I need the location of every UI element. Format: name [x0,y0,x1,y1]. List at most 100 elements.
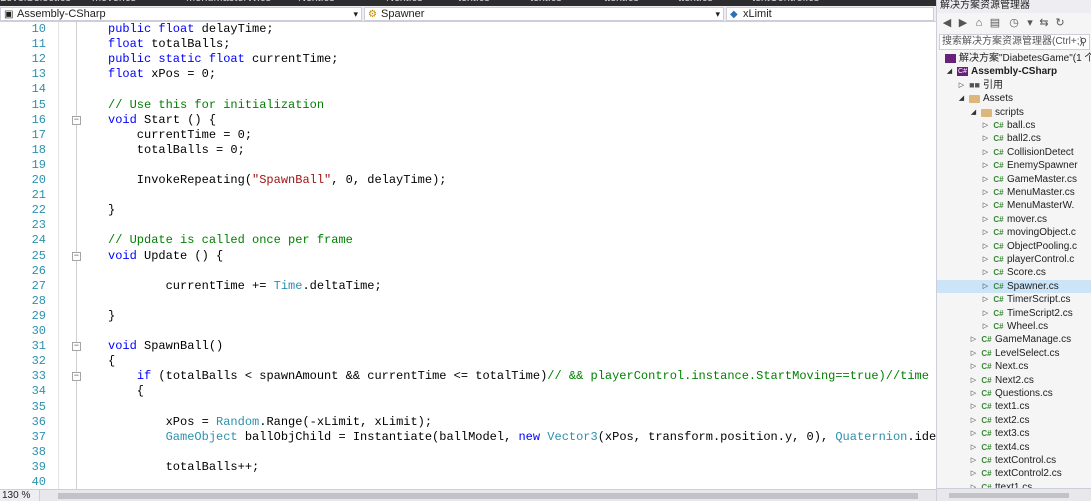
code-line[interactable]: 34 { [0,384,936,399]
collapsed-arrow-icon[interactable]: ▷ [969,347,978,360]
forward-icon[interactable]: ▶ [956,16,970,30]
code-text[interactable]: // Use this for initialization [108,98,324,113]
code-text[interactable]: currentTime += Time.deltaTime; [108,279,382,294]
tree-item[interactable]: ▷ C# LevelSelect.cs [937,347,1091,360]
project-dropdown[interactable]: ▣ Assembly-CSharp ▾ [0,7,362,21]
code-text[interactable]: { [108,384,144,399]
collapse-region-icon[interactable]: − [72,342,81,352]
collapsed-arrow-icon[interactable]: ▷ [969,454,978,467]
collapsed-arrow-icon[interactable]: ▷ [981,280,990,293]
code-text[interactable]: totalBalls = 0; [108,143,245,158]
tree-item[interactable]: ▷ C# MenuMaster.cs [937,186,1091,199]
code-line[interactable]: 26 [0,264,936,279]
home-icon[interactable]: ⌂ [972,16,986,30]
code-line[interactable]: 10 public float delayTime; [0,22,936,37]
code-text[interactable]: InvokeRepeating("SpawnBall", 0, delayTim… [108,173,447,188]
code-text[interactable]: public static float currentTime; [108,52,338,67]
collapsed-arrow-icon[interactable]: ▷ [981,199,990,212]
collapsed-arrow-icon[interactable]: ▷ [969,360,978,373]
document-tab[interactable]: MenuMasterW.cs [186,0,271,4]
sync-icon[interactable]: ⇆ [1037,16,1051,30]
collapsed-arrow-icon[interactable]: ▷ [969,414,978,427]
tree-item[interactable]: ▷ C# mover.cs [937,213,1091,226]
collapsed-arrow-icon[interactable]: ▷ [981,119,990,132]
editor-horizontal-scrollbar[interactable]: 130 % [0,489,936,501]
collapsed-arrow-icon[interactable]: ▷ [981,146,990,159]
collapsed-arrow-icon[interactable]: ▷ [969,374,978,387]
document-tab[interactable]: text.cs [530,0,562,4]
tree-item[interactable]: ▷ C# GameManage.cs [937,333,1091,346]
code-line[interactable]: 35 [0,400,936,415]
explorer-horizontal-scrollbar[interactable] [937,488,1091,501]
code-line[interactable]: 36 xPos = Random.Range(-xLimit, xLimit); [0,415,936,430]
tree-item[interactable]: ▷ C# Next.cs [937,360,1091,373]
code-line[interactable]: 37 GameObject ballObjChild = Instantiate… [0,430,936,445]
tree-item[interactable]: ▷ C# Wheel.cs [937,320,1091,333]
expanded-arrow-icon[interactable]: ◢ [969,106,978,119]
tree-item[interactable]: ▷ C# textControl.cs [937,454,1091,467]
tree-item[interactable]: ▷ C# Spawner.cs [937,279,1091,293]
expanded-arrow-icon[interactable]: ◢ [957,92,966,105]
collapsed-arrow-icon[interactable]: ▷ [981,293,990,306]
code-line[interactable]: 15 // Use this for initialization [0,98,936,113]
tree-item[interactable]: ▷ C# MenuMasterW. [937,199,1091,212]
code-line[interactable]: 28 [0,294,936,309]
code-text[interactable]: GameObject ballObjChild = Instantiate(ba… [108,430,936,445]
collapsed-arrow-icon[interactable]: ▷ [981,226,990,239]
member-dropdown[interactable]: ◆ xLimit [726,7,934,21]
refresh-icon[interactable]: ↻ [1053,16,1067,30]
code-line[interactable]: 13 float xPos = 0; [0,67,936,82]
collapsed-arrow-icon[interactable]: ▷ [969,467,978,480]
tree-item[interactable]: ▷ C# TimerScript.cs [937,293,1091,306]
tree-item[interactable]: ▷ C# EnemySpawner [937,159,1091,172]
code-line[interactable]: 39 totalBalls++; [0,460,936,475]
tree-item[interactable]: ▷ C# text4.cs [937,441,1091,454]
document-tab[interactable]: mover.cs [92,0,136,4]
class-dropdown[interactable]: ⚙ Spawner ▾ [364,7,724,21]
tree-item[interactable]: ▷ C# text2.cs [937,414,1091,427]
collapse-region-icon[interactable]: − [72,372,81,382]
document-tab[interactable]: ttext.cs [604,0,639,4]
tree-item[interactable]: ◢ scripts [937,106,1091,119]
code-line[interactable]: 11 float totalBalls; [0,37,936,52]
collapsed-arrow-icon[interactable]: ▷ [981,307,990,320]
code-line[interactable]: 14 [0,82,936,97]
document-tab[interactable]: textControl.cs [752,0,819,4]
code-editor[interactable]: LevelSelect.cs mover.cs MenuMasterW.cs Next… [0,0,936,501]
tree-item[interactable]: ▷ C# ObjectPooling.c [937,240,1091,253]
collapsed-arrow-icon[interactable]: ▷ [981,320,990,333]
code-line[interactable]: 18 totalBalls = 0; [0,143,936,158]
document-tab[interactable]: text.cs [458,0,490,4]
document-tab[interactable]: Next.cs [298,0,335,4]
code-text[interactable]: // Update is called once per frame [108,233,353,248]
code-line[interactable]: 16 − void Start () { [0,113,936,128]
code-line[interactable]: 20 InvokeRepeating("SpawnBall", 0, delay… [0,173,936,188]
tree-item[interactable]: ▷ C# ball.cs [937,119,1091,132]
back-icon[interactable]: ◀ [940,16,954,30]
tree-item[interactable]: ▷ C# text1.cs [937,400,1091,413]
code-area[interactable]: 10 public float delayTime; 11 float totalBa… [0,22,936,489]
code-text[interactable]: totalBalls++; [108,460,260,475]
collapsed-arrow-icon[interactable]: ▷ [969,441,978,454]
collapsed-arrow-icon[interactable]: ▷ [981,213,990,226]
collapsed-arrow-icon[interactable]: ▷ [981,266,990,279]
code-line[interactable]: 30 [0,324,936,339]
collapsed-arrow-icon[interactable]: ▷ [969,400,978,413]
switch-views-icon[interactable]: ▤ [988,16,1002,30]
collapse-region-icon[interactable]: − [72,251,81,261]
code-line[interactable]: 25 − void Update () { [0,249,936,264]
code-text[interactable]: public float delayTime; [108,22,274,37]
code-line[interactable]: 12 public static float currentTime; [0,52,936,67]
document-tab[interactable]: ttext.cs [678,0,713,4]
tree-item[interactable]: ◢ Assets [937,92,1091,105]
code-line[interactable]: 23 [0,218,936,233]
scrollbar-thumb[interactable] [58,493,918,499]
collapsed-arrow-icon[interactable]: ▷ [981,186,990,199]
code-text[interactable]: void Start () { [108,113,216,128]
code-line[interactable]: 32 { [0,354,936,369]
collapse-region-icon[interactable]: − [72,115,81,125]
code-line[interactable]: 17 currentTime = 0; [0,128,936,143]
tree-item[interactable]: ▷ C# movingObject.c [937,226,1091,239]
tree-item[interactable]: ▷ C# TimeScript2.cs [937,307,1091,320]
collapsed-arrow-icon[interactable]: ▷ [981,173,990,186]
